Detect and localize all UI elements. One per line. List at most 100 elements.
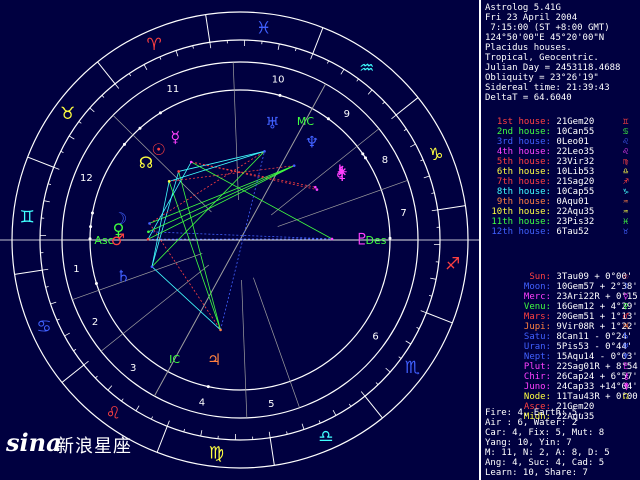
planet-point (146, 237, 150, 241)
chart-wheel: ♈♉♊♋♌♍♎♏♐♑♒♓1234 56789101112Asc DesMCIC☉☽☿… (0, 11, 480, 469)
aspect-line (147, 161, 192, 240)
planet-marker (88, 237, 92, 241)
house-value: 10Lib53 (551, 167, 595, 177)
house-row: 11th house: 23Pis32 (485, 217, 594, 227)
zodiac-sign-icon: ♎ (318, 427, 333, 447)
planet-row: Nept: 15Aqu14 - 0°03' (485, 352, 638, 362)
house-number: 7 (400, 208, 406, 219)
sign-boundary (437, 205, 466, 211)
sign-boundary (61, 364, 85, 383)
sign-boundary (97, 61, 116, 85)
planet-marker (361, 152, 365, 156)
house-glyph-icon: ♌ (623, 137, 629, 147)
house-row: 9th house: 0Aqu01 (485, 197, 589, 207)
house-number: 12 (80, 173, 93, 184)
degree-tick (340, 68, 345, 75)
house-row: 1st house: 21Gem20 (485, 117, 595, 127)
planet-row: Uran: 5Pis53 - 0°44' (485, 342, 632, 352)
aspect-line (151, 171, 180, 267)
planet-point (314, 185, 317, 189)
planet-glyph-icon: ♇ (355, 230, 369, 249)
house-value: 21Gem20 (551, 117, 595, 127)
planet-glyph-icon: ☉ (623, 272, 629, 282)
degree-tick (431, 209, 438, 212)
house-label: 2nd house: (496, 127, 551, 137)
planet-glyph-icon: ♀ (623, 302, 629, 312)
planet-label: Merc: (523, 292, 551, 302)
planet-glyph-icon: ♂ (111, 230, 125, 249)
degree-tick (42, 268, 49, 271)
house-number: 9 (344, 109, 350, 120)
sign-boundary (156, 426, 168, 453)
planet-label: Node: (523, 392, 551, 402)
aspect-line (151, 266, 221, 331)
sidereal-time: Sidereal time: 21:39:43 (485, 83, 610, 93)
degree-tick (332, 410, 337, 416)
degree-tick (301, 423, 305, 430)
aspect-line (191, 161, 316, 188)
summary-line: Ang: 4, Suc: 4, Cad: 5 (485, 458, 605, 468)
degree-tick (420, 310, 427, 314)
house-value: 0Aqu01 (551, 197, 589, 207)
planet-label: Satu: (523, 332, 551, 342)
planet-marker (90, 211, 94, 215)
degree-tick (318, 420, 321, 424)
degree-tick (416, 327, 420, 330)
degree-tick (327, 60, 330, 64)
sign-boundary (14, 269, 43, 275)
degree-tick (175, 50, 179, 57)
degree-tick (209, 42, 212, 49)
planet-point (189, 160, 193, 164)
degree-tick (114, 83, 120, 89)
degree-tick (43, 200, 50, 203)
house-label: 10th house: (491, 207, 551, 217)
planet-row: Moon: 10Gem57 + 2°38' (485, 282, 638, 292)
summary-line: Yang: 10, Yin: 7 (485, 438, 572, 448)
planet-label: Uran: (523, 342, 551, 352)
house-label: 12th house: (491, 227, 551, 237)
house-glyph-icon: ♓ (623, 217, 629, 227)
delta-t: DeltaT = 64.6040 (485, 93, 572, 103)
house-cusp-line (241, 279, 248, 418)
degree-tick (150, 416, 153, 420)
house-label: 1st house: (496, 117, 551, 127)
degree-tick (95, 375, 98, 379)
planet-point (167, 180, 171, 183)
house-value: 23Pis32 (551, 217, 595, 227)
planet-label: Plut: (523, 362, 551, 372)
planet-point (148, 222, 151, 225)
planet-glyph-icon: ☊ (139, 153, 153, 172)
house-glyph-icon: ♉ (623, 227, 629, 237)
house-row: 2nd house: 10Can55 (485, 127, 595, 137)
planet-row: Plut: 22Sag01R + 8°54' (485, 362, 640, 372)
degree-tick (47, 183, 52, 185)
degree-tick (83, 360, 89, 366)
degree-tick (135, 405, 140, 412)
house-row: 3rd house: 0Leo01 (485, 137, 589, 147)
house-number: 10 (272, 74, 285, 85)
planet-glyph-icon: ☿ (170, 128, 180, 147)
planet-value: 8Can11 - 0°24' (551, 332, 633, 342)
planet-row: Sun: 3Tau09 + 0°00' (485, 272, 632, 282)
planet-marker (326, 117, 330, 121)
house-glyph-icon: ♍ (623, 157, 629, 167)
planet-marker (158, 111, 162, 115)
house-label: 9th house: (496, 197, 551, 207)
house-label: 7th house: (496, 177, 551, 187)
chart-location: 124°50'00"E 45°20'00"N (485, 33, 605, 43)
planet-glyph-icon: ♅ (265, 113, 279, 132)
degree-tick (121, 398, 124, 402)
zodiac-sign-icon: ♒ (359, 59, 374, 79)
planet-glyph-icon: ♄ (623, 332, 629, 342)
house-row: 12th house: 6Tau52 (485, 227, 589, 237)
zodiac-type: Tropical, Geocentric. (485, 53, 599, 63)
planet-point (219, 328, 222, 332)
planet-point (177, 170, 180, 173)
planet-label: Venu: (523, 302, 551, 312)
aspect-line (191, 161, 333, 240)
degree-tick (268, 431, 271, 438)
planet-label: Jupi: (523, 322, 551, 332)
degree-tick (348, 403, 352, 407)
degree-tick (159, 56, 162, 60)
sina-logo-caption: 新浪星座 (56, 436, 132, 457)
